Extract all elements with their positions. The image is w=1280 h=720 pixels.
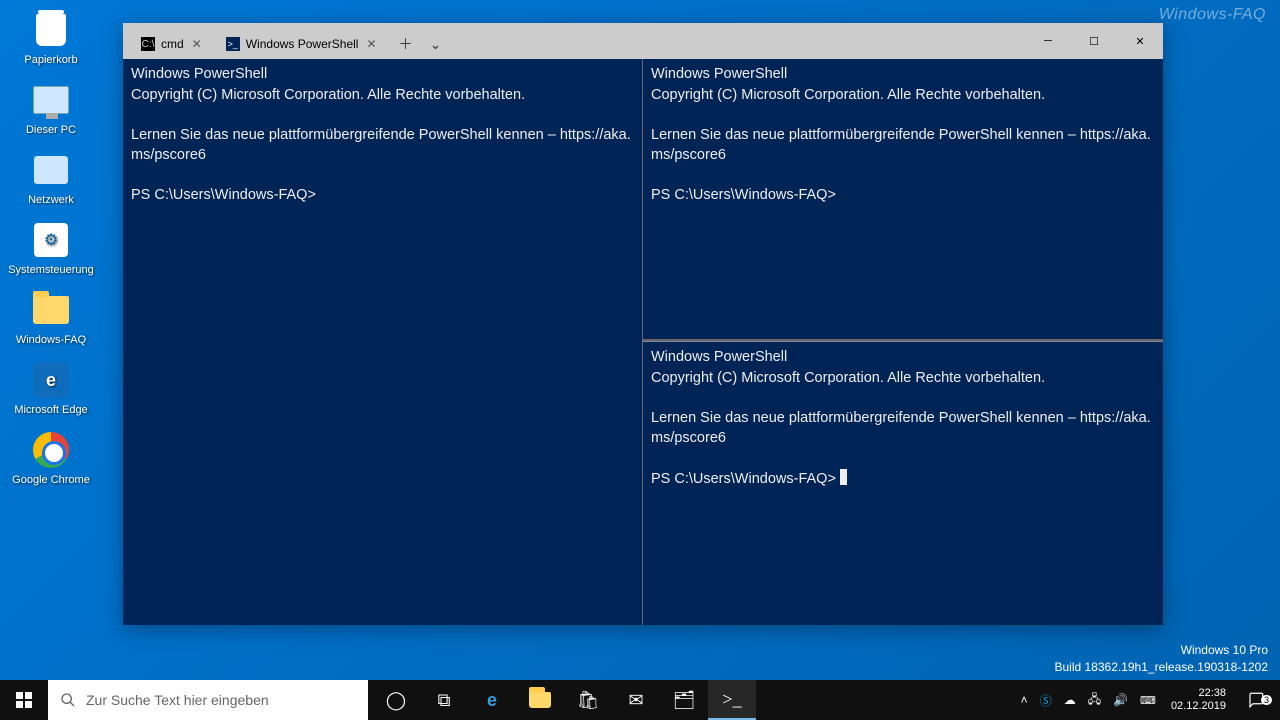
close-tab-icon[interactable]: ✕ [190,37,204,51]
tab-label: Windows PowerShell [246,37,359,51]
terminal-panes: Windows PowerShell Copyright (C) Microso… [123,59,1163,625]
search-icon [60,692,76,708]
terminal-output: Windows PowerShell Copyright (C) Microso… [643,59,1163,213]
tab-cmd[interactable]: C:\ cmd ✕ [131,29,214,59]
terminal-window: C:\ cmd ✕ >_ Windows PowerShell ✕ ＋ ⌄ ─ … [123,23,1163,625]
desktop-icon-recycle-bin[interactable]: Papierkorb [6,6,96,70]
terminal-output: Windows PowerShell Copyright (C) Microso… [643,342,1163,497]
icon-label: Systemsteuerung [8,264,94,276]
search-placeholder: Zur Suche Text hier eingeben [86,692,269,708]
taskbar-terminal-icon[interactable]: >_ [708,680,756,720]
icon-label: Windows-FAQ [16,334,86,346]
tray-network-icon[interactable]: 🖧 [1083,690,1106,711]
desktop-icon-network[interactable]: Netzwerk [6,146,96,210]
window-controls: ─ ☐ ✕ [1025,23,1163,59]
taskbar-search[interactable]: Zur Suche Text hier eingeben [48,680,368,720]
terminal-pane-left[interactable]: Windows PowerShell Copyright (C) Microso… [123,59,643,625]
cmd-icon: C:\ [141,37,155,51]
desktop-icon-edge[interactable]: eMicrosoft Edge [6,356,96,420]
tray-language-icon[interactable]: ⌨ [1135,694,1161,707]
close-tab-icon[interactable]: ✕ [364,37,378,51]
titlebar[interactable]: C:\ cmd ✕ >_ Windows PowerShell ✕ ＋ ⌄ ─ … [123,23,1163,59]
terminal-pane-bottom-right[interactable]: Windows PowerShell Copyright (C) Microso… [643,341,1163,625]
terminal-output: Windows PowerShell Copyright (C) Microso… [123,59,642,213]
tray-skype-icon[interactable]: Ⓢ [1035,692,1057,709]
action-center-badge: 3 [1261,695,1272,705]
taskbar-mail-icon[interactable]: ✉ [612,680,660,720]
terminal-pane-top-right[interactable]: Windows PowerShell Copyright (C) Microso… [643,59,1163,341]
watermark-edition: Windows 10 Pro [1054,642,1268,659]
taskbar-app-icon[interactable]: 🗂 [660,680,708,720]
tab-label: cmd [161,37,184,51]
clock-date: 02.12.2019 [1171,700,1226,713]
icon-label: Google Chrome [12,474,90,486]
taskbar-taskview-icon[interactable]: ⧉ [420,680,468,720]
tab-strip: C:\ cmd ✕ >_ Windows PowerShell ✕ ＋ ⌄ [123,23,1025,59]
tray-volume-icon[interactable]: 🔊 [1108,693,1133,707]
taskbar-store-icon[interactable]: 🛍 [564,680,612,720]
taskbar-explorer-icon[interactable] [516,680,564,720]
icon-label: Dieser PC [26,124,76,136]
close-button[interactable]: ✕ [1117,23,1163,59]
taskbar: Zur Suche Text hier eingeben ◯ ⧉ e 🛍 ✉ 🗂… [0,680,1280,720]
powershell-icon: >_ [226,37,240,51]
icon-label: Microsoft Edge [14,404,87,416]
tab-dropdown-button[interactable]: ⌄ [421,29,451,59]
taskbar-clock[interactable]: 22:38 02.12.2019 [1163,687,1234,712]
desktop-watermark: Windows 10 Pro Build 18362.19h1_release.… [1054,642,1268,676]
watermark-build: Build 18362.19h1_release.190318-1202 [1054,659,1268,676]
tray-onedrive-icon[interactable]: ☁ [1059,693,1081,707]
clock-time: 22:38 [1171,687,1226,700]
action-center-icon[interactable]: 3 [1236,691,1276,709]
taskbar-apps: ◯ ⧉ e 🛍 ✉ 🗂 >_ [372,680,756,720]
tab-powershell[interactable]: >_ Windows PowerShell ✕ [216,29,389,59]
desktop-icon-this-pc[interactable]: Dieser PC [6,76,96,140]
start-button[interactable] [0,680,48,720]
taskbar-cortana-icon[interactable]: ◯ [372,680,420,720]
tray-overflow-icon[interactable]: ˄ [1016,693,1033,707]
minimize-button[interactable]: ─ [1025,23,1071,59]
icon-label: Netzwerk [28,194,74,206]
icon-label: Papierkorb [24,54,77,66]
desktop-icon-chrome[interactable]: Google Chrome [6,426,96,490]
desktop-icon-windows-faq[interactable]: Windows-FAQ [6,286,96,350]
desktop-icon-control-panel[interactable]: ⚙Systemsteuerung [6,216,96,280]
new-tab-button[interactable]: ＋ [391,29,421,59]
maximize-button[interactable]: ☐ [1071,23,1117,59]
terminal-cursor [840,469,847,485]
taskbar-edge-icon[interactable]: e [468,680,516,720]
system-tray: ˄ Ⓢ ☁ 🖧 🔊 ⌨ 22:38 02.12.2019 3 [1016,680,1280,720]
